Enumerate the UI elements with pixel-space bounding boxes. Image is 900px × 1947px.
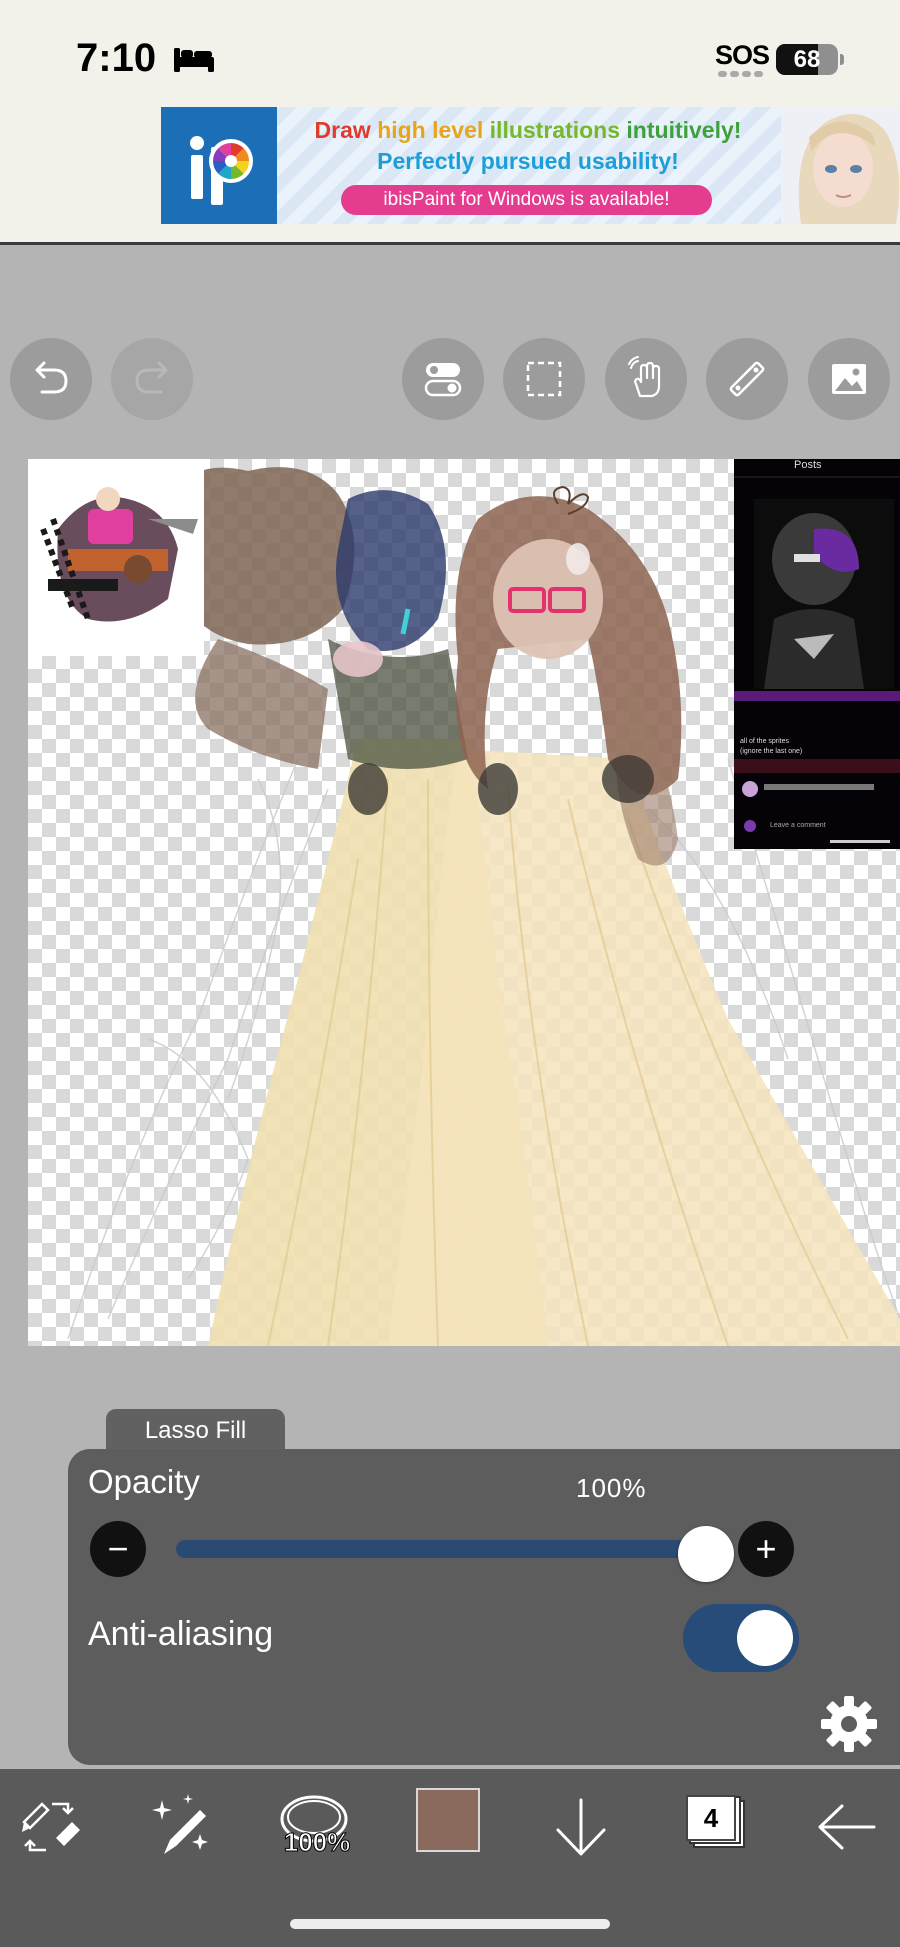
ad-character-image — [781, 107, 900, 224]
opacity-slider[interactable] — [176, 1540, 706, 1558]
sos-indicator: SOS — [715, 40, 770, 70]
selection-icon — [526, 361, 562, 397]
color-swatch[interactable] — [416, 1788, 480, 1852]
ruler-icon — [729, 361, 765, 397]
back-arrow-icon — [818, 1804, 876, 1850]
hand-icon — [628, 356, 661, 398]
ad-headline: Draw high level illustrations intuitivel… — [293, 117, 763, 144]
battery-level: 68 — [793, 46, 821, 73]
magic-brush-button[interactable] — [138, 1787, 228, 1867]
swap-tools-button[interactable] — [6, 1787, 96, 1867]
toggle-knob — [737, 1610, 793, 1666]
toggle-icon — [424, 363, 462, 397]
battery-cap — [840, 54, 844, 65]
status-time: 7:10 — [76, 36, 157, 80]
ruler-button[interactable] — [706, 338, 788, 420]
reference-image-icon — [832, 364, 866, 394]
top-area: 7:10 SOS 68 Draw high level illustration… — [0, 0, 900, 245]
home-indicator[interactable] — [290, 1919, 610, 1929]
plus-icon: + — [755, 1528, 777, 1569]
ad-banner[interactable]: Draw high level illustrations intuitivel… — [161, 107, 900, 224]
drawing-canvas[interactable]: Posts all of the sprites (ignore the las… — [28, 459, 900, 1346]
opacity-increase-button[interactable]: + — [738, 1521, 794, 1577]
anti-aliasing-label: Anti-aliasing — [88, 1615, 274, 1653]
minus-icon: − — [107, 1528, 129, 1569]
swap-tools-icon — [22, 1802, 80, 1852]
ad-cta-pill[interactable]: ibisPaint for Windows is available! — [341, 185, 712, 215]
reference-screenshot-image[interactable]: Posts all of the sprites (ignore the las… — [734, 459, 900, 849]
undo-icon — [35, 361, 68, 394]
reference-caption-note: (ignore the last one) — [740, 748, 803, 755]
down-arrow-button[interactable] — [536, 1787, 626, 1867]
ibispaint-logo-icon — [161, 107, 277, 224]
opacity-slider-handle[interactable] — [678, 1526, 734, 1582]
bottom-toolbar: 100% 4 — [0, 1769, 900, 1947]
down-arrow-icon — [556, 1798, 606, 1856]
ad-word-intuitively: intuitively! — [626, 117, 742, 143]
hand-button[interactable] — [605, 338, 687, 420]
reference-image-button[interactable] — [808, 338, 890, 420]
selection-button[interactable] — [503, 338, 585, 420]
tool-name-tab: Lasso Fill — [106, 1409, 285, 1453]
reference-caption: all of the sprites — [740, 738, 790, 745]
gear-icon[interactable] — [818, 1693, 880, 1755]
ad-word-draw: Draw — [314, 117, 371, 143]
redo-button[interactable] — [111, 338, 193, 420]
anti-aliasing-toggle[interactable] — [683, 1604, 799, 1672]
magic-brush-icon — [152, 1794, 208, 1854]
brush-size-value: 100% — [283, 1827, 351, 1858]
reference-thumbnail-image[interactable] — [28, 459, 204, 656]
signal-dots-icon — [718, 71, 763, 77]
battery-icon: 68 — [776, 44, 838, 75]
bed-icon — [174, 48, 214, 72]
lasso-fill-panel: Opacity 100% − + Anti-aliasing — [68, 1449, 900, 1765]
reference-character-image — [734, 476, 900, 843]
reference-comment-placeholder: Leave a comment — [770, 822, 826, 829]
toggle-button[interactable] — [402, 338, 484, 420]
ad-subheadline: Perfectly pursued usability! — [377, 148, 679, 174]
ad-word-illustrations: illustrations — [489, 117, 621, 143]
opacity-value: 100% — [576, 1473, 647, 1503]
back-button[interactable] — [802, 1787, 892, 1867]
opacity-decrease-button[interactable]: − — [90, 1521, 146, 1577]
undo-button[interactable] — [10, 338, 92, 420]
layers-count: 4 — [686, 1795, 736, 1841]
redo-icon — [135, 361, 168, 394]
ad-word-high-level: high level — [377, 117, 484, 143]
opacity-label: Opacity — [88, 1463, 200, 1500]
